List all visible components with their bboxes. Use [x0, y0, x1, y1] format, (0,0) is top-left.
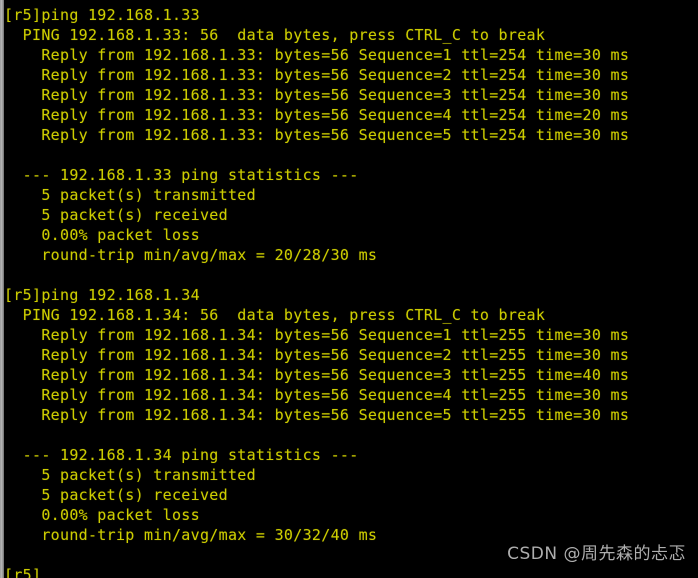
terminal-line: Reply from 192.168.1.34: bytes=56 Sequen…	[4, 366, 630, 384]
terminal-line: [r5]ping 192.168.1.33	[4, 6, 200, 24]
terminal-line: 5 packet(s) transmitted	[4, 466, 256, 484]
terminal-line: 0.00% packet loss	[4, 226, 200, 244]
csdn-watermark: CSDN @周先森的忐忑	[507, 544, 686, 564]
terminal-line: PING 192.168.1.34: 56 data bytes, press …	[4, 306, 546, 324]
terminal-line: Reply from 192.168.1.33: bytes=56 Sequen…	[4, 86, 630, 104]
terminal-line: Reply from 192.168.1.34: bytes=56 Sequen…	[4, 406, 630, 424]
terminal-output[interactable]: [r5]ping 192.168.1.33 PING 192.168.1.33:…	[4, 0, 698, 578]
terminal-line: 5 packet(s) received	[4, 486, 228, 504]
terminal-line: 5 packet(s) received	[4, 206, 228, 224]
terminal-line: Reply from 192.168.1.33: bytes=56 Sequen…	[4, 126, 630, 144]
terminal-window: [r5]ping 192.168.1.33 PING 192.168.1.33:…	[0, 0, 698, 578]
terminal-line: PING 192.168.1.33: 56 data bytes, press …	[4, 26, 546, 44]
terminal-line: round-trip min/avg/max = 20/28/30 ms	[4, 246, 378, 264]
terminal-line: [r5]ping 192.168.1.34	[4, 286, 200, 304]
terminal-line: Reply from 192.168.1.34: bytes=56 Sequen…	[4, 346, 630, 364]
terminal-line: --- 192.168.1.34 ping statistics ---	[4, 446, 359, 464]
terminal-line: [r5]	[4, 566, 42, 578]
terminal-line: Reply from 192.168.1.33: bytes=56 Sequen…	[4, 66, 630, 84]
terminal-line: 0.00% packet loss	[4, 506, 200, 524]
terminal-line: Reply from 192.168.1.34: bytes=56 Sequen…	[4, 326, 630, 344]
terminal-line: Reply from 192.168.1.33: bytes=56 Sequen…	[4, 106, 630, 124]
terminal-line: 5 packet(s) transmitted	[4, 186, 256, 204]
terminal-line: --- 192.168.1.33 ping statistics ---	[4, 166, 359, 184]
terminal-line: Reply from 192.168.1.33: bytes=56 Sequen…	[4, 46, 630, 64]
terminal-line: Reply from 192.168.1.34: bytes=56 Sequen…	[4, 386, 630, 404]
